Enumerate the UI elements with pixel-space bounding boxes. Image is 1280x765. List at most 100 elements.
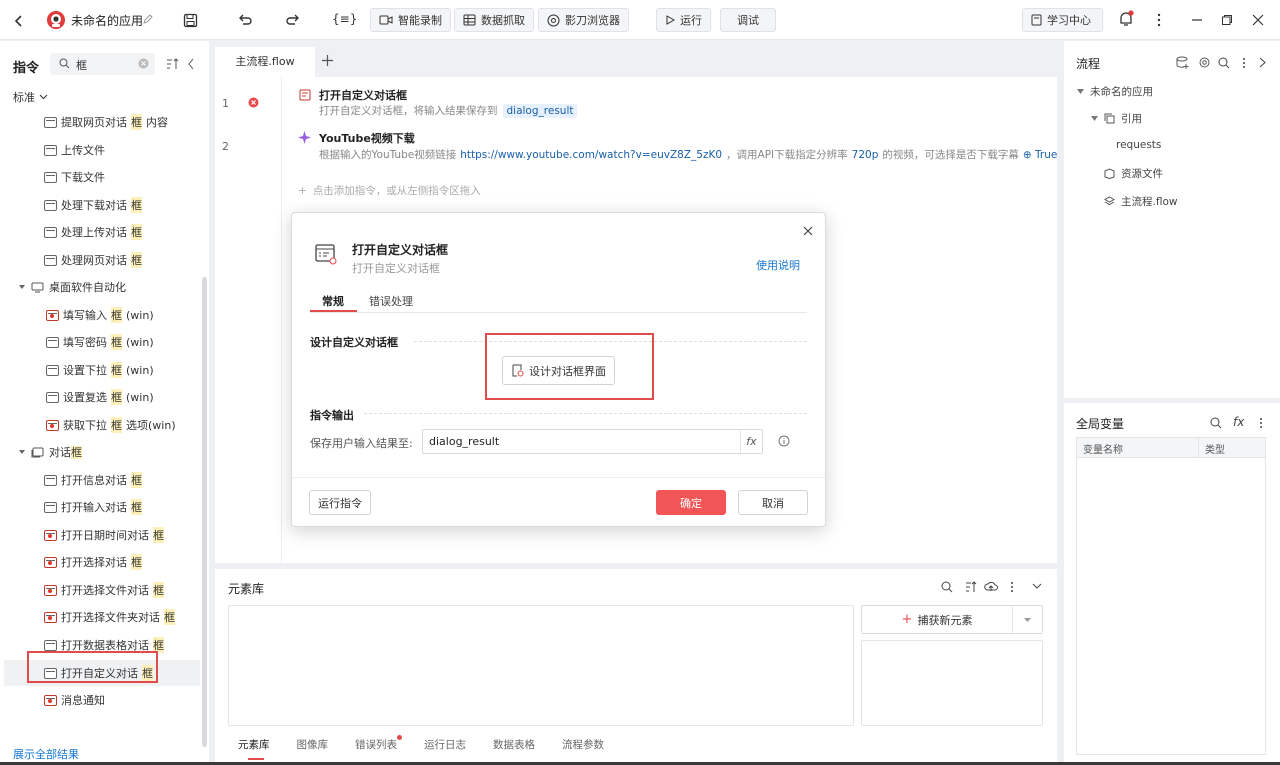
smart-record-button[interactable]: 智能录制	[370, 8, 451, 32]
capture-element-main[interactable]: + 捕获新元素	[862, 612, 1012, 628]
command-search-input[interactable]: 框	[50, 53, 155, 75]
settings-icon[interactable]	[1198, 56, 1211, 69]
help-link[interactable]: 使用说明	[756, 257, 800, 273]
command-item-fill-password[interactable]: 填写密码框 (win)	[46, 332, 154, 352]
subtitle-flag[interactable]: ⊕ True	[1023, 149, 1057, 161]
command-item-open-datetime-dialog[interactable]: 打开日期时间对话框	[44, 525, 164, 545]
close-window-icon[interactable]	[1249, 11, 1267, 29]
command-label-suffix: (win)	[126, 390, 154, 404]
info-icon[interactable]	[778, 435, 790, 447]
command-item-extract-web-dialog[interactable]: 提取网页对话框内容	[44, 112, 168, 132]
command-item-get-dropdown-options[interactable]: 获取下拉框选项(win)	[46, 415, 176, 435]
error-badge-icon[interactable]	[248, 97, 259, 108]
tab-flow-params[interactable]: 流程参数	[562, 737, 604, 752]
tree-main-flow[interactable]: 主流程.flow	[1104, 194, 1177, 209]
more-vertical-icon[interactable]	[1259, 417, 1263, 429]
command-item-handle-download-dialog[interactable]: 处理下载对话框	[44, 195, 142, 215]
expression-button[interactable]: {≡}	[332, 12, 357, 26]
clear-search-icon[interactable]	[138, 58, 149, 69]
save-result-input[interactable]: dialog_result fx	[422, 429, 763, 454]
command-item-upload-file[interactable]: 上传文件	[44, 140, 105, 160]
command-item-message-notify[interactable]: 消息通知	[44, 690, 105, 710]
undo-icon[interactable]	[236, 11, 254, 29]
cloud-upload-icon[interactable]	[984, 581, 998, 593]
url-value[interactable]: https://www.youtube.com/watch?v=euvZ8Z_5…	[460, 149, 722, 161]
cancel-button[interactable]: 取消	[738, 490, 808, 515]
fx-icon[interactable]: fx	[1233, 415, 1244, 429]
learning-center-button[interactable]: 学习中心	[1022, 8, 1103, 32]
add-flow-icon[interactable]	[1176, 56, 1189, 69]
bell-icon[interactable]	[1117, 10, 1135, 28]
save-icon[interactable]	[181, 11, 199, 29]
command-item-open-file-dialog[interactable]: 打开选择文件对话框	[44, 580, 164, 600]
command-item-open-folder-dialog[interactable]: 打开选择文件夹对话框	[44, 607, 175, 627]
chevron-right-icon[interactable]	[1259, 57, 1266, 68]
learning-center-label: 学习中心	[1047, 14, 1091, 27]
show-all-results-link[interactable]: 展示全部结果	[13, 746, 79, 762]
add-tab-icon[interactable]	[322, 55, 333, 66]
command-item-set-checkbox[interactable]: 设置复选框 (win)	[46, 387, 154, 407]
command-label-highlight: 框	[131, 114, 142, 130]
step-title[interactable]: 打开自定义对话框	[319, 87, 407, 103]
debug-button[interactable]: 调试	[720, 8, 776, 32]
resolution-value[interactable]: 720p	[852, 149, 879, 161]
command-label-highlight: 框	[111, 417, 122, 433]
tab-error-list[interactable]: 错误列表	[355, 735, 402, 752]
more-vertical-icon[interactable]	[1242, 57, 1246, 69]
capture-dropdown-toggle[interactable]	[1012, 606, 1042, 633]
tree-resources[interactable]: 资源文件	[1104, 166, 1163, 181]
edit-name-icon[interactable]	[142, 13, 154, 25]
tree-item-requests[interactable]: requests	[1116, 139, 1161, 151]
tab-element-library[interactable]: 元素库	[238, 737, 270, 752]
restore-window-icon[interactable]	[1218, 11, 1236, 29]
back-arrow-icon[interactable]	[10, 12, 28, 30]
command-item-open-select-dialog[interactable]: 打开选择对话框	[44, 552, 142, 572]
sort-icon[interactable]	[965, 581, 977, 593]
command-item-handle-upload-dialog[interactable]: 处理上传对话框	[44, 222, 142, 242]
run-button[interactable]: 运行	[656, 8, 711, 32]
global-variables-title: 全局变量	[1076, 417, 1125, 431]
search-icon[interactable]	[941, 581, 953, 593]
command-item-open-info-dialog[interactable]: 打开信息对话框	[44, 470, 142, 490]
element-list-area[interactable]	[228, 605, 854, 726]
tab-general[interactable]: 常规	[322, 293, 344, 309]
tab-main-flow[interactable]: 主流程.flow	[215, 47, 315, 77]
tree-root[interactable]: 未命名的应用	[1077, 84, 1153, 99]
browser-button[interactable]: 影刀浏览器	[538, 8, 629, 32]
command-item-handle-web-dialog[interactable]: 处理网页对话框	[44, 250, 142, 270]
sort-icon[interactable]	[166, 58, 179, 70]
group-dialog[interactable]: 对话框	[18, 442, 82, 462]
cancel-label: 取消	[762, 496, 784, 510]
command-item-download-file[interactable]: 下载文件	[44, 167, 105, 187]
close-icon[interactable]	[803, 226, 813, 236]
more-vertical-icon[interactable]	[1010, 581, 1014, 593]
add-command-hint[interactable]: + 点击添加指令，或从左侧指令区拖入	[298, 183, 481, 198]
minimize-icon[interactable]	[1188, 11, 1206, 29]
variable-tag[interactable]: dialog_result	[502, 103, 578, 118]
left-scrollbar[interactable]	[202, 277, 207, 747]
standard-filter[interactable]: 标准	[13, 89, 48, 105]
collapse-panel-icon[interactable]	[187, 58, 195, 70]
tab-data-table[interactable]: 数据表格	[493, 737, 535, 752]
more-vertical-icon[interactable]	[1150, 11, 1168, 29]
search-icon[interactable]	[1210, 417, 1222, 429]
data-scrape-label: 数据抓取	[481, 14, 525, 27]
tab-image-library[interactable]: 图像库	[297, 737, 329, 752]
tab-error-handling[interactable]: 错误处理	[369, 293, 413, 309]
tab-run-log[interactable]: 运行日志	[424, 737, 466, 752]
command-item-fill-input[interactable]: 填写输入框 (win)	[46, 305, 154, 325]
run-command-button[interactable]: 运行指令	[309, 490, 371, 515]
command-item-open-input-dialog[interactable]: 打开输入对话框	[44, 497, 142, 517]
tree-root-label: 未命名的应用	[1090, 86, 1153, 98]
capture-element-button[interactable]: + 捕获新元素	[861, 605, 1043, 634]
fx-button[interactable]: fx	[740, 430, 762, 453]
command-item-set-dropdown[interactable]: 设置下拉框 (win)	[46, 360, 154, 380]
tree-references[interactable]: 引用	[1091, 111, 1142, 126]
data-scrape-button[interactable]: 数据抓取	[454, 8, 534, 32]
redo-icon[interactable]	[284, 11, 302, 29]
chevron-down-icon[interactable]	[1032, 583, 1042, 590]
group-desktop-automation[interactable]: 桌面软件自动化	[18, 277, 126, 297]
step-title[interactable]: YouTube视频下载	[319, 130, 415, 146]
search-icon[interactable]	[1218, 57, 1230, 69]
ok-button[interactable]: 确定	[656, 490, 726, 515]
